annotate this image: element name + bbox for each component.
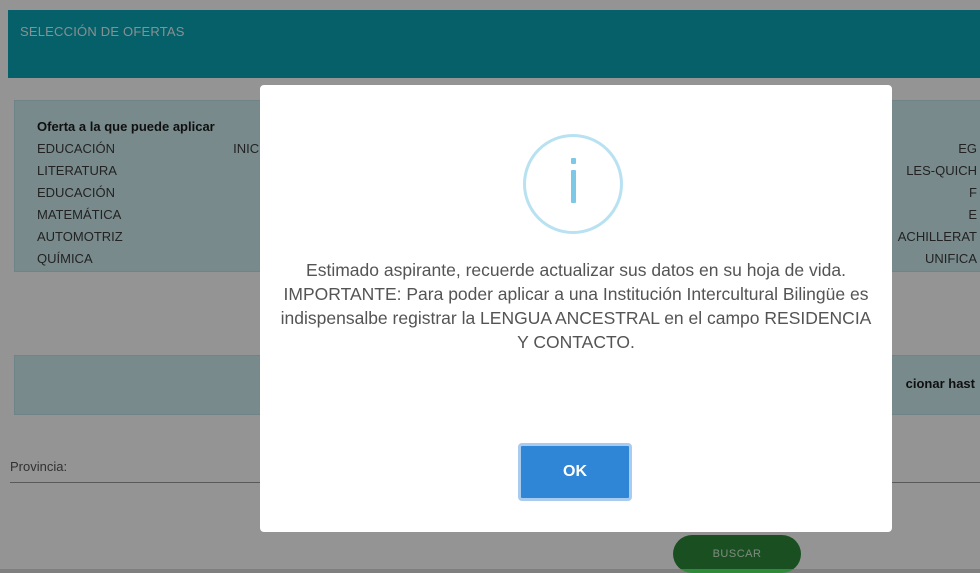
- dialog-message: Estimado aspirante, recuerde actualizar …: [280, 260, 872, 352]
- info-icon-bar: [571, 170, 576, 203]
- info-dialog: Estimado aspirante, recuerde actualizar …: [260, 85, 892, 532]
- info-icon: [523, 134, 623, 234]
- info-icon-dot: [571, 158, 576, 164]
- ok-button[interactable]: OK: [518, 443, 632, 501]
